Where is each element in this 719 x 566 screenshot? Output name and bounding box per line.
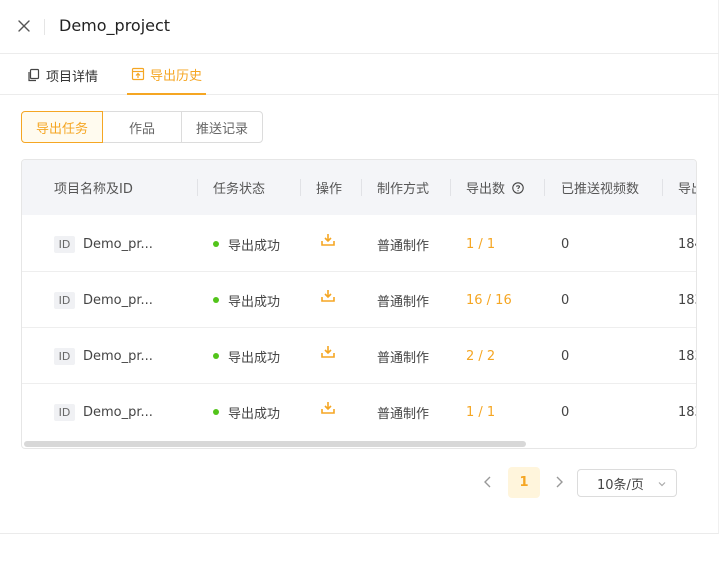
chevron-left-icon (484, 476, 491, 488)
tab-project-details[interactable]: 项目详情 (27, 55, 98, 95)
action-cell (320, 268, 336, 324)
export-box-icon (131, 67, 145, 81)
id-tag: ID (54, 235, 75, 253)
table-row: ID Demo_pr... 导出成功 普通制作 1 / 1 0 184 (22, 216, 696, 272)
status-text: 导出成功 (228, 406, 281, 422)
page-title: Demo_project (59, 16, 171, 35)
status-cell: 导出成功 (213, 272, 280, 328)
export-count-cell: 1 / 1 (466, 236, 496, 252)
panel-header: Demo_project (0, 0, 719, 54)
export-time-cell: 183 (678, 292, 696, 308)
pushed-cell: 0 (561, 348, 570, 364)
col-separator (361, 179, 362, 196)
col-separator (300, 179, 301, 196)
table-row: ID Demo_pr... 导出成功 普通制作 16 / 16 0 183 (22, 272, 696, 328)
project-name-cell: ID Demo_pr... (54, 272, 153, 328)
status-cell: 导出成功 (213, 384, 280, 440)
col-project-name: 项目名称及ID (54, 182, 133, 197)
export-table: 项目名称及ID 任务状态 操作 制作方式 导出数 已推送视频数 导出 (21, 159, 697, 449)
tab-bar: 项目详情 导出历史 (0, 55, 719, 95)
tab-label: 项目详情 (46, 69, 99, 85)
copy-icon (28, 68, 40, 82)
tab-label: 导出历史 (150, 68, 203, 84)
seg-export-tasks[interactable]: 导出任务 (21, 111, 103, 143)
project-name-cell: ID Demo_pr... (54, 328, 153, 384)
id-tag: ID (54, 403, 75, 421)
project-name-cell: ID Demo_pr... (54, 384, 153, 440)
export-count-cell: 2 / 2 (466, 348, 496, 364)
col-export-count: 导出数 (466, 160, 524, 215)
horizontal-scrollbar[interactable] (22, 440, 696, 448)
scrollbar-thumb[interactable] (24, 441, 526, 447)
export-count-cell: 1 / 1 (466, 404, 496, 420)
status-text: 导出成功 (228, 350, 281, 366)
method-cell: 普通制作 (377, 294, 430, 310)
project-name[interactable]: Demo_pr... (83, 293, 153, 308)
export-time-cell: 184 (678, 236, 696, 252)
export-time-cell: 183 (678, 404, 696, 420)
download-icon[interactable] (320, 232, 336, 248)
status-text: 导出成功 (228, 238, 281, 254)
status-dot (213, 409, 219, 415)
project-name[interactable]: Demo_pr... (83, 405, 153, 420)
col-separator (662, 179, 663, 196)
download-icon[interactable] (320, 288, 336, 304)
status-cell: 导出成功 (213, 216, 280, 272)
col-export-time: 导出 (678, 182, 696, 197)
pushed-cell: 0 (561, 292, 570, 308)
method-cell: 普通制作 (377, 238, 430, 254)
page-1-button[interactable]: 1 (508, 467, 540, 498)
export-history-panel: Demo_project 项目详情 导出历史 导出任务 作品 推送记录 项目名称… (0, 0, 719, 534)
close-icon[interactable] (14, 16, 34, 36)
col-actions: 操作 (316, 182, 343, 197)
tab-export-history[interactable]: 导出历史 (127, 55, 207, 95)
col-pushed-videos: 已推送视频数 (561, 182, 640, 197)
id-tag: ID (54, 291, 75, 309)
col-production-method: 制作方式 (377, 182, 430, 197)
export-time-cell: 183 (678, 348, 696, 364)
view-switcher: 导出任务 作品 推送记录 (21, 111, 263, 143)
status-text: 导出成功 (228, 294, 281, 310)
seg-push-records[interactable]: 推送记录 (181, 111, 263, 143)
col-separator (450, 179, 451, 196)
export-count-cell: 16 / 16 (466, 292, 512, 308)
pushed-cell: 0 (561, 404, 570, 420)
col-separator (197, 179, 198, 196)
col-export-count-label: 导出数 (466, 182, 506, 197)
id-tag: ID (54, 347, 75, 365)
page-size-select[interactable]: 10条/页 (577, 469, 677, 497)
status-dot (213, 241, 219, 247)
page-size-value: 10条/页 (597, 477, 644, 493)
col-separator (544, 179, 545, 196)
prev-page-button[interactable] (480, 467, 496, 497)
table-row: ID Demo_pr... 导出成功 普通制作 1 / 1 0 183 (22, 384, 696, 440)
method-cell: 普通制作 (377, 350, 430, 366)
download-icon[interactable] (320, 400, 336, 416)
chevron-down-icon (658, 482, 666, 487)
table-row: ID Demo_pr... 导出成功 普通制作 2 / 2 0 183 (22, 328, 696, 384)
action-cell (320, 380, 336, 436)
next-page-button[interactable] (551, 467, 567, 497)
pushed-cell: 0 (561, 236, 570, 252)
col-task-status: 任务状态 (213, 182, 266, 197)
download-icon[interactable] (320, 344, 336, 360)
project-name[interactable]: Demo_pr... (83, 237, 153, 252)
action-cell (320, 324, 336, 380)
table-header: 项目名称及ID 任务状态 操作 制作方式 导出数 已推送视频数 导出 (22, 160, 696, 215)
header-divider (44, 19, 45, 35)
chevron-right-icon (556, 476, 563, 488)
status-dot (213, 297, 219, 303)
project-name[interactable]: Demo_pr... (83, 349, 153, 364)
status-cell: 导出成功 (213, 328, 280, 384)
project-name-cell: ID Demo_pr... (54, 216, 153, 272)
action-cell (320, 212, 336, 268)
status-dot (213, 353, 219, 359)
help-icon[interactable] (512, 181, 524, 194)
method-cell: 普通制作 (377, 406, 430, 422)
seg-works[interactable]: 作品 (102, 111, 182, 143)
